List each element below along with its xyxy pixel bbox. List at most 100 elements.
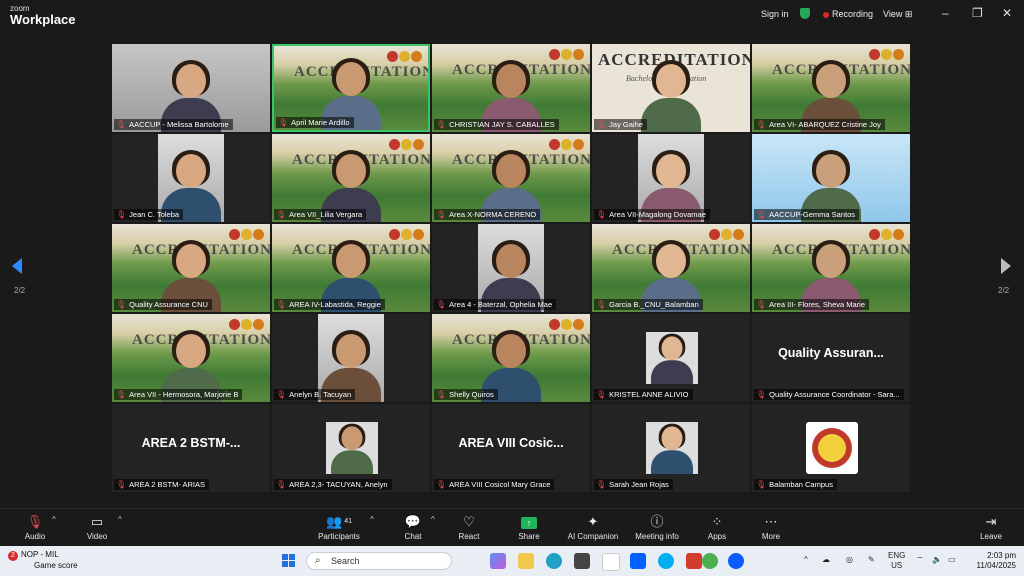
sign-in-button[interactable]: Sign in xyxy=(761,9,789,19)
participants-count: 41 xyxy=(344,518,352,525)
avatar xyxy=(646,422,698,474)
pen-icon[interactable]: ✎ xyxy=(868,555,875,565)
maximize-icon[interactable]: ❐ xyxy=(972,6,983,20)
file-explorer-icon[interactable] xyxy=(518,553,534,569)
taskbar-widget[interactable]: 2 NOP - MIL Game score xyxy=(8,550,78,571)
view-button[interactable]: View ⊞ xyxy=(883,9,912,20)
amazon-icon[interactable] xyxy=(602,553,620,571)
info-icon: ⓘ xyxy=(650,514,664,529)
more-button[interactable]: ⋯ More xyxy=(746,513,796,541)
mic-muted-icon: 🎙 xyxy=(116,210,127,219)
participant-name: Shelly Quiros xyxy=(449,390,494,399)
previous-page-icon[interactable] xyxy=(12,258,22,274)
edge-browser-icon[interactable] xyxy=(546,553,562,569)
participant-name: Quality Assurance Coordinator - Sara... xyxy=(769,390,900,399)
mic-muted-icon: 🎙 xyxy=(756,390,767,399)
participant-tile[interactable]: ACCREDITATION🎙Quality Assurance CNU xyxy=(112,224,270,312)
participant-name-tag: 🎙 Quality Assurance CNU xyxy=(114,299,212,310)
chrome-icon[interactable] xyxy=(702,553,718,569)
participant-tile[interactable]: ACCREDITATION🎙Area VII_Lilia Vergara xyxy=(272,134,430,222)
participant-tile[interactable]: 🎙 KRISTEL ANNE ALIVIO xyxy=(592,314,750,402)
tray-chevron-icon[interactable]: ^ xyxy=(804,555,808,565)
avatar xyxy=(326,422,378,474)
participant-tile[interactable]: AREA VIII Cosic... 🎙 AREA VIII Cosicol Mar… xyxy=(432,404,590,492)
leave-icon: ⇥ xyxy=(985,514,997,529)
store-icon[interactable] xyxy=(574,553,590,569)
participant-tile[interactable]: ACCREDITATIONBachelor of ... Education🎙J… xyxy=(592,44,750,132)
participant-name-tag: 🎙 AREA 2 BSTM- ARIAS xyxy=(114,479,210,490)
participant-tile[interactable]: AREA 2 BSTM-... 🎙 AREA 2 BSTM- ARIAS xyxy=(112,404,270,492)
minimize-icon[interactable]: – xyxy=(942,6,949,20)
participant-tile[interactable]: ACCREDITATION🎙Area X-NORMA CERENO xyxy=(432,134,590,222)
participant-tile[interactable]: ACCREDITATION🎙Shelly Quiros xyxy=(432,314,590,402)
participant-name-tag: 🎙 AACCUP - Melissa Bartolome xyxy=(114,119,233,130)
participant-tile[interactable]: 🎙 AACCUP - Melissa Bartolome xyxy=(112,44,270,132)
university-logos xyxy=(708,227,744,245)
next-page-icon[interactable] xyxy=(1001,258,1011,274)
leave-button[interactable]: ⇥ Leave xyxy=(966,513,1016,541)
university-logos xyxy=(228,317,264,335)
ai-companion-button[interactable]: ✦ AI Companion xyxy=(562,513,624,541)
participant-name: April Marie Ardillo xyxy=(291,118,350,127)
meeting-info-button[interactable]: ⓘ Meeting info xyxy=(628,513,686,541)
participants-options-chevron-icon[interactable]: ^ xyxy=(370,515,374,524)
battery-icon[interactable]: ▭ xyxy=(948,555,956,565)
participant-name-tag: 🎙 Jean C. Toleba xyxy=(114,209,184,220)
participant-name: Area VII-Magalong Dovamae xyxy=(609,210,706,219)
chat-options-chevron-icon[interactable]: ^ xyxy=(431,515,435,524)
participant-name: Area VII - Hermosora, Marjorie B xyxy=(129,390,239,399)
participant-name: AREA VIII Cosicol Mary Grace xyxy=(449,480,551,489)
page-indicator-left: 2/2 xyxy=(14,286,26,295)
react-icon: ♡ xyxy=(463,514,475,529)
video-button[interactable]: ▭ Video xyxy=(72,513,122,541)
system-clock[interactable]: 2:03 pm 11/04/2025 xyxy=(966,551,1016,571)
participant-tile[interactable]: 🎙 Jean C. Toleba xyxy=(112,134,270,222)
zoom-app-icon[interactable] xyxy=(728,553,744,569)
participant-tile[interactable]: ACCREDITATION🎙Area VII - Hermosora, Marj… xyxy=(112,314,270,402)
university-logos xyxy=(388,227,424,245)
language-indicator[interactable]: ENG US xyxy=(888,551,905,571)
participant-tile[interactable]: 🎙 AREA 2,3- TACUYAN, Anelyn xyxy=(272,404,430,492)
security-shield-icon[interactable] xyxy=(800,8,810,20)
search-icon: ⌕ xyxy=(315,555,321,566)
dropbox-icon[interactable] xyxy=(630,553,646,569)
pdf-reader-icon[interactable] xyxy=(686,553,702,569)
participant-tile[interactable]: ACCREDITATION🎙Area VI- ABARQUEZ Cristine… xyxy=(752,44,910,132)
participant-tile[interactable]: ACCREDITATION🎙AREA IV-Labastida, Reggie xyxy=(272,224,430,312)
wifi-icon[interactable]: ⌔ xyxy=(916,555,924,565)
network-activity-icon[interactable]: ◎ xyxy=(846,555,853,565)
skype-icon[interactable] xyxy=(658,553,674,569)
clock-date: 11/04/2025 xyxy=(976,561,1016,570)
participant-name: Garcia B._CNU_Balamban xyxy=(609,300,699,309)
react-button[interactable]: ♡ React xyxy=(444,513,494,541)
mic-muted-icon: 🎙 xyxy=(436,480,447,489)
audio-options-chevron-icon[interactable]: ^ xyxy=(52,515,56,524)
volume-icon[interactable]: 🔈 xyxy=(932,555,942,565)
copilot-icon[interactable] xyxy=(490,553,506,569)
video-options-chevron-icon[interactable]: ^ xyxy=(118,515,122,524)
mic-muted-icon: 🎙 xyxy=(596,210,607,219)
participant-tile[interactable]: 🎙 Balamban Campus xyxy=(752,404,910,492)
participant-tile[interactable]: 🎙 AACCUP-Gemma Santos xyxy=(752,134,910,222)
participant-tile[interactable]: ACCREDITATION🎙Area III- Flores, Sheva Ma… xyxy=(752,224,910,312)
recording-indicator[interactable]: Recording xyxy=(823,9,873,19)
mic-muted-icon: 🎙 xyxy=(756,120,767,129)
participant-tile[interactable]: ACCREDITATION🎙CHRISTIAN JAY S. CABALLES xyxy=(432,44,590,132)
windows-start-icon[interactable] xyxy=(282,554,296,568)
participants-button[interactable]: 👥 41 Participants xyxy=(314,513,364,541)
participant-tile[interactable]: 🎙 Area 4 - Baterzal, Ophelia Mae xyxy=(432,224,590,312)
taskbar-search[interactable]: ⌕ Search xyxy=(306,552,452,570)
search-placeholder: Search xyxy=(331,556,360,566)
share-button[interactable]: ↑ Share xyxy=(504,513,554,541)
participant-tile[interactable]: ACCREDITATION🎙April Marie Ardillo xyxy=(272,44,430,132)
participant-name-tag: 🎙 Area VII_Lilia Vergara xyxy=(274,209,367,220)
participant-tile[interactable]: 🎙 Anelyn B. Tacuyan xyxy=(272,314,430,402)
participant-tile[interactable]: 🎙 Sarah Jean Rojas xyxy=(592,404,750,492)
participant-tile[interactable]: 🎙 Area VII-Magalong Dovamae xyxy=(592,134,750,222)
apps-button[interactable]: ⁘ Apps xyxy=(692,513,742,541)
cloud-icon[interactable]: ☁ xyxy=(822,555,830,565)
participant-tile[interactable]: Quality Assuran... 🎙 Quality Assurance Coo… xyxy=(752,314,910,402)
close-icon[interactable]: ✕ xyxy=(1002,6,1012,20)
participant-tile[interactable]: ACCREDITATION🎙Garcia B._CNU_Balamban xyxy=(592,224,750,312)
mic-muted-icon: 🎙 xyxy=(756,210,767,219)
